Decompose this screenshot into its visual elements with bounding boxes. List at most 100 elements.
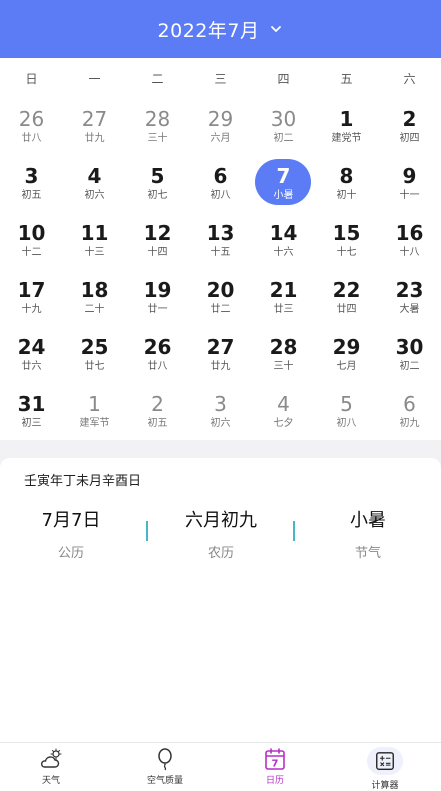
lunar-label: 廿八 — [147, 361, 168, 372]
day-cell[interactable]: 1 建军节 — [63, 383, 126, 440]
weekday-label: 三 — [214, 71, 227, 86]
day-number: 27 — [81, 107, 108, 131]
day-cell[interactable]: 30 初二 — [252, 98, 315, 155]
day-cell[interactable]: 4 初六 — [63, 155, 126, 212]
day-cell[interactable]: 27 廿九 — [189, 326, 252, 383]
day-cell[interactable]: 6 初九 — [378, 383, 441, 440]
day-cell[interactable]: 3 初六 — [189, 383, 252, 440]
day-cell[interactable]: 29 七月 — [315, 326, 378, 383]
day-cell[interactable]: 6 初八 — [189, 155, 252, 212]
lunar-label: 十二 — [21, 247, 42, 258]
day-number: 5 — [340, 392, 353, 416]
month-title[interactable]: 2022年7月 — [158, 16, 260, 43]
day-number: 9 — [402, 164, 417, 188]
day-cell[interactable]: 11 十三 — [63, 212, 126, 269]
day-number: 3 — [24, 164, 39, 188]
lunar-date-value: 六月初九 — [185, 510, 257, 531]
day-cell[interactable]: 10 十二 — [0, 212, 63, 269]
chevron-down-icon[interactable] — [269, 22, 283, 36]
lunar-label: 二十 — [84, 304, 105, 315]
day-cell[interactable]: 3 初五 — [0, 155, 63, 212]
day-cell[interactable]: 9 十一 — [378, 155, 441, 212]
day-cell[interactable]: 21 廿三 — [252, 269, 315, 326]
lunar-label: 廿三 — [273, 304, 294, 315]
day-cell[interactable]: 15 十七 — [315, 212, 378, 269]
day-number: 11 — [80, 221, 109, 245]
day-cell[interactable]: 26 廿八 — [126, 326, 189, 383]
calculator-icon-bg — [367, 747, 403, 775]
day-cell[interactable]: 23 大暑 — [378, 269, 441, 326]
day-number: 28 — [269, 335, 298, 359]
day-number: 16 — [395, 221, 424, 245]
divider — [146, 521, 148, 541]
day-cell[interactable]: 28 三十 — [252, 326, 315, 383]
day-cell[interactable]: 12 十四 — [126, 212, 189, 269]
day-cell[interactable]: 18 二十 — [63, 269, 126, 326]
day-cell[interactable]: 16 十八 — [378, 212, 441, 269]
day-number: 26 — [18, 107, 45, 131]
tab-calendar[interactable]: 7 日历 — [240, 747, 310, 791]
day-cell[interactable]: 13 十五 — [189, 212, 252, 269]
calculator-icon — [376, 752, 394, 770]
selected-day-cell[interactable]: 7 小暑 — [252, 155, 315, 212]
lunar-label: 廿四 — [336, 304, 357, 315]
day-number: 18 — [80, 278, 109, 302]
solar-term-value: 小暑 — [350, 510, 386, 531]
lunar-label: 十五 — [210, 247, 231, 258]
day-number: 12 — [143, 221, 172, 245]
day-cell[interactable]: 26 廿八 — [0, 98, 63, 155]
day-cell[interactable]: 31 初三 — [0, 383, 63, 440]
lunar-label: 廿七 — [84, 361, 105, 372]
day-cell[interactable]: 28 三十 — [126, 98, 189, 155]
day-cell[interactable]: 20 廿二 — [189, 269, 252, 326]
lunar-label: 七夕 — [273, 418, 294, 429]
day-cell[interactable]: 17 十九 — [0, 269, 63, 326]
day-number: 19 — [143, 278, 172, 302]
lunar-label: 初五 — [147, 418, 168, 429]
day-number: 31 — [17, 392, 46, 416]
ganzhi-text: 壬寅年丁未月辛酉日 — [24, 474, 142, 489]
bottom-tab-bar: 天气 空气质量 7 日历 计算器 — [0, 742, 441, 791]
tab-calculator[interactable]: 计算器 — [350, 747, 420, 791]
day-number: 10 — [17, 221, 46, 245]
day-number: 3 — [214, 392, 227, 416]
day-cell[interactable]: 22 廿四 — [315, 269, 378, 326]
tab-calendar-label: 日历 — [265, 776, 284, 786]
day-cell[interactable]: 14 十六 — [252, 212, 315, 269]
day-cell[interactable]: 5 初八 — [315, 383, 378, 440]
day-number: 29 — [332, 335, 361, 359]
day-number: 6 — [403, 392, 416, 416]
day-cell[interactable]: 24 廿六 — [0, 326, 63, 383]
lunar-date: 六月初九 农历 — [161, 506, 281, 561]
weather-icon — [40, 748, 62, 768]
weekday-label: 一 — [88, 71, 101, 86]
day-cell[interactable]: 1 建党节 — [315, 98, 378, 155]
solar-date-value: 7月7日 — [41, 510, 101, 531]
tab-air-quality[interactable]: 空气质量 — [130, 747, 200, 791]
tab-weather[interactable]: 天气 — [16, 747, 86, 791]
solar-date-label: 公历 — [57, 546, 84, 561]
day-cell[interactable]: 2 初五 — [126, 383, 189, 440]
lunar-label: 廿一 — [147, 304, 168, 315]
day-cell[interactable]: 2 初四 — [378, 98, 441, 155]
day-cell[interactable]: 27 廿九 — [63, 98, 126, 155]
day-cell[interactable]: 4 七夕 — [252, 383, 315, 440]
day-number: 26 — [143, 335, 172, 359]
day-cell[interactable]: 25 廿七 — [63, 326, 126, 383]
day-number: 1 — [339, 107, 354, 131]
day-cell[interactable]: 19 廿一 — [126, 269, 189, 326]
lunar-label: 初八 — [210, 190, 231, 201]
calendar-icon-number: 7 — [272, 759, 279, 770]
lunar-label: 十八 — [399, 247, 420, 258]
day-cell[interactable]: 30 初二 — [378, 326, 441, 383]
day-cell[interactable]: 5 初七 — [126, 155, 189, 212]
day-number: 22 — [332, 278, 361, 302]
day-cell[interactable]: 29 六月 — [189, 98, 252, 155]
lunar-label: 三十 — [273, 361, 294, 372]
day-number: 1 — [88, 392, 101, 416]
month-header[interactable]: 2022年7月 — [0, 0, 441, 58]
lunar-label: 十一 — [399, 190, 420, 201]
day-cell[interactable]: 8 初十 — [315, 155, 378, 212]
weekday-label: 五 — [340, 71, 353, 86]
lunar-label: 三十 — [147, 133, 168, 144]
